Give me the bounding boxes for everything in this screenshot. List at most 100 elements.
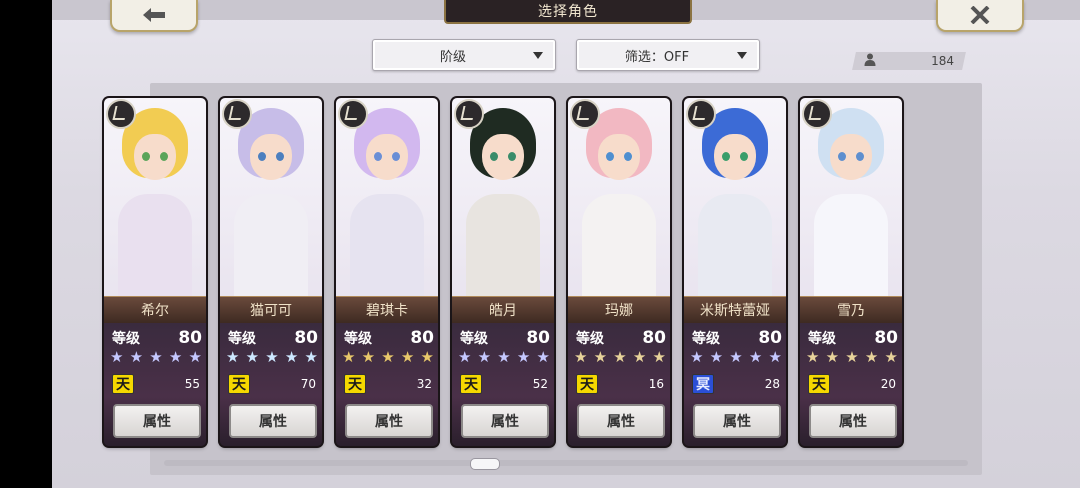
star-icon: ★ bbox=[381, 348, 395, 366]
star-icon: ★ bbox=[226, 348, 240, 366]
character-card[interactable]: 皓月 等级 80 ★ ★ ★ ★ ★ 天 52 属性 bbox=[452, 98, 554, 446]
character-name: 猫可可 bbox=[220, 296, 322, 324]
portrait-body bbox=[234, 194, 308, 304]
portrait-face bbox=[830, 134, 872, 180]
star-rating: ★ ★ ★ ★ ★ bbox=[574, 348, 666, 366]
rank-badge-icon: 天 bbox=[344, 374, 366, 394]
attribute-button[interactable]: 属性 bbox=[345, 404, 433, 438]
dropdown-arrow-icon bbox=[533, 51, 543, 59]
attribute-button[interactable]: 属性 bbox=[461, 404, 549, 438]
star-icon: ★ bbox=[845, 348, 859, 366]
scrollbar-track[interactable] bbox=[164, 460, 968, 466]
rank-row: 天 55 bbox=[112, 374, 200, 394]
level-row: 等级 80 bbox=[344, 328, 434, 348]
attribute-button[interactable]: 属性 bbox=[113, 404, 201, 438]
rank-row: 冥 28 bbox=[692, 374, 780, 394]
attribute-button[interactable]: 属性 bbox=[809, 404, 897, 438]
rank-count: 20 bbox=[880, 377, 896, 391]
attribute-button[interactable]: 属性 bbox=[229, 404, 317, 438]
character-name: 皓月 bbox=[452, 296, 554, 324]
class-seal-icon bbox=[106, 99, 136, 129]
rank-badge-icon: 冥 bbox=[692, 374, 714, 394]
star-icon: ★ bbox=[458, 348, 472, 366]
star-icon: ★ bbox=[825, 348, 840, 366]
portrait-eye bbox=[606, 152, 614, 161]
level-value: 80 bbox=[178, 328, 202, 348]
character-card[interactable]: 雪乃 等级 80 ★ ★ ★ ★ ★ 天 20 属性 bbox=[800, 98, 902, 446]
character-name: 希尔 bbox=[104, 296, 206, 324]
portrait-eye bbox=[740, 152, 748, 161]
filter-dropdown[interactable]: 筛选：OFF bbox=[576, 39, 760, 71]
portrait-face bbox=[250, 134, 292, 180]
star-icon: ★ bbox=[129, 348, 144, 366]
star-icon: ★ bbox=[245, 348, 260, 366]
rank-count: 55 bbox=[184, 377, 200, 391]
star-icon: ★ bbox=[632, 348, 647, 366]
portrait-eye bbox=[624, 152, 632, 161]
level-label: 等级 bbox=[460, 331, 488, 347]
star-icon: ★ bbox=[361, 348, 376, 366]
close-button[interactable] bbox=[936, 0, 1024, 32]
star-icon: ★ bbox=[188, 348, 202, 366]
portrait-body bbox=[814, 194, 888, 304]
character-card[interactable]: 碧琪卡 等级 80 ★ ★ ★ ★ ★ 天 32 属性 bbox=[336, 98, 438, 446]
class-seal-icon bbox=[570, 99, 600, 129]
level-value: 80 bbox=[874, 328, 898, 348]
level-value: 80 bbox=[758, 328, 782, 348]
character-card[interactable]: 希尔 等级 80 ★ ★ ★ ★ ★ 天 55 属性 bbox=[104, 98, 206, 446]
rank-row: 天 16 bbox=[576, 374, 664, 394]
character-name: 米斯特蕾娅 bbox=[684, 296, 786, 324]
character-name: 玛娜 bbox=[568, 296, 670, 324]
star-icon: ★ bbox=[342, 348, 356, 366]
rank-count: 16 bbox=[648, 377, 664, 391]
star-rating: ★ ★ ★ ★ ★ bbox=[342, 348, 434, 366]
rank-row: 天 52 bbox=[460, 374, 548, 394]
star-icon: ★ bbox=[516, 348, 531, 366]
level-value: 80 bbox=[526, 328, 550, 348]
rank-count: 32 bbox=[416, 377, 432, 391]
attribute-button[interactable]: 属性 bbox=[577, 404, 665, 438]
portrait-eye bbox=[160, 152, 168, 161]
portrait-face bbox=[482, 134, 524, 180]
star-icon: ★ bbox=[284, 348, 299, 366]
star-icon: ★ bbox=[477, 348, 492, 366]
portrait-body bbox=[466, 194, 540, 304]
star-icon: ★ bbox=[149, 348, 163, 366]
left-black-bar bbox=[0, 0, 52, 488]
star-icon: ★ bbox=[748, 348, 763, 366]
rank-sort-label: 阶级 bbox=[439, 49, 466, 65]
portrait-eye bbox=[856, 152, 864, 161]
level-label: 等级 bbox=[576, 331, 604, 347]
star-icon: ★ bbox=[497, 348, 511, 366]
level-row: 等级 80 bbox=[112, 328, 202, 348]
level-row: 等级 80 bbox=[228, 328, 318, 348]
star-icon: ★ bbox=[613, 348, 627, 366]
character-card[interactable]: 猫可可 等级 80 ★ ★ ★ ★ ★ 天 70 属性 bbox=[220, 98, 322, 446]
page-title: 选择角色 bbox=[444, 0, 692, 24]
portrait-eye bbox=[508, 152, 516, 161]
filter-label: 筛选：OFF bbox=[624, 49, 690, 65]
star-icon: ★ bbox=[652, 348, 666, 366]
portrait-eye bbox=[838, 152, 846, 161]
back-button[interactable] bbox=[110, 0, 198, 32]
class-seal-icon bbox=[686, 99, 716, 129]
scrollbar-thumb[interactable] bbox=[470, 458, 500, 470]
star-icon: ★ bbox=[110, 348, 124, 366]
portrait-body bbox=[698, 194, 772, 304]
star-icon: ★ bbox=[729, 348, 743, 366]
attribute-button[interactable]: 属性 bbox=[693, 404, 781, 438]
character-count-value: 184 bbox=[931, 54, 954, 68]
character-card[interactable]: 玛娜 等级 80 ★ ★ ★ ★ ★ 天 16 属性 bbox=[568, 98, 670, 446]
rank-sort-dropdown[interactable]: 阶级 bbox=[372, 39, 556, 71]
star-rating: ★ ★ ★ ★ ★ bbox=[110, 348, 202, 366]
portrait-body bbox=[350, 194, 424, 304]
portrait-eye bbox=[392, 152, 400, 161]
star-icon: ★ bbox=[574, 348, 588, 366]
dropdown-arrow-icon bbox=[737, 51, 747, 59]
rank-badge-icon: 天 bbox=[460, 374, 482, 394]
character-name: 碧琪卡 bbox=[336, 296, 438, 324]
rank-badge-icon: 天 bbox=[576, 374, 598, 394]
character-card[interactable]: 米斯特蕾娅 等级 80 ★ ★ ★ ★ ★ 冥 28 属性 bbox=[684, 98, 786, 446]
star-rating: ★ ★ ★ ★ ★ bbox=[458, 348, 550, 366]
rank-badge-icon: 天 bbox=[112, 374, 134, 394]
